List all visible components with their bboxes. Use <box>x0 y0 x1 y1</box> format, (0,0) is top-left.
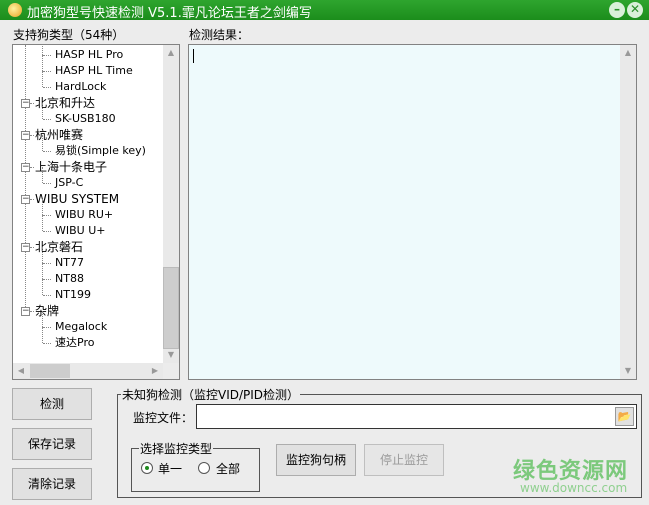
scroll-left-icon[interactable]: ◀ <box>13 363 29 379</box>
radio-all[interactable] <box>198 462 210 474</box>
unknown-dog-group-label: 未知狗检测（监控VID/PID检测） <box>121 386 301 403</box>
tree-item-label: NT88 <box>55 272 84 285</box>
monitor-type-label: 选择监控类型 <box>139 440 214 457</box>
tree-item-label: WIBU RU+ <box>55 208 114 221</box>
radio-single[interactable] <box>141 462 153 474</box>
tree-item-label: 杂牌 <box>35 304 60 318</box>
scroll-right-icon[interactable]: ▶ <box>147 363 163 379</box>
tree-item-label: Megalock <box>55 320 108 333</box>
tree-item[interactable]: Megalock <box>55 319 107 335</box>
collapse-icon[interactable]: − <box>21 243 30 252</box>
tree-item[interactable]: NT88 <box>55 271 84 287</box>
tree-item[interactable]: HASP HL Time <box>55 63 133 79</box>
app-icon <box>8 3 22 17</box>
tree-item-label: 速达Pro <box>55 336 95 349</box>
tree-item-label: WIBU SYSTEM <box>35 192 120 206</box>
stop-monitor-button[interactable]: 停止监控 <box>364 444 444 476</box>
vertical-scrollbar[interactable]: ▲ ▼ <box>163 45 179 363</box>
tree-item[interactable]: WIBU SYSTEM <box>35 191 119 207</box>
clear-log-button[interactable]: 清除记录 <box>12 468 92 500</box>
monitor-file-input[interactable]: 📂 <box>196 404 637 429</box>
monitor-file-label: 监控文件： <box>133 411 194 425</box>
save-log-button[interactable]: 保存记录 <box>12 428 92 460</box>
radio-all-label: 全部 <box>216 462 241 476</box>
monitor-handle-button[interactable]: 监控狗句柄 <box>276 444 356 476</box>
tree-item-label: NT199 <box>55 288 91 301</box>
scroll-down-icon[interactable]: ▼ <box>620 363 636 379</box>
tree-item-label: WIBU U+ <box>55 224 106 237</box>
tree-item-label: HardLock <box>55 80 107 93</box>
tree-item[interactable]: NT199 <box>55 287 91 303</box>
text-cursor <box>193 49 194 63</box>
radio-single-label: 单一 <box>158 462 183 476</box>
dog-type-tree[interactable]: HASP HL Pro HASP HL Time HardLock − 北京和升达 SK-… <box>12 44 180 380</box>
tree-item[interactable]: NT77 <box>55 255 84 271</box>
tree-item-label: HASP HL Pro <box>55 48 124 61</box>
tree-item[interactable]: 北京和升达 <box>35 95 95 111</box>
detect-button[interactable]: 检测 <box>12 388 92 420</box>
tree-item-label: NT77 <box>55 256 84 269</box>
result-heading: 检测结果： <box>189 28 250 42</box>
tree-item[interactable]: HASP HL Pro <box>55 47 123 63</box>
scroll-up-icon[interactable]: ▲ <box>620 45 636 61</box>
tree-item-label: HASP HL Time <box>55 64 133 77</box>
tree-item-label: 易锁(Simple key) <box>55 144 146 157</box>
scroll-up-icon[interactable]: ▲ <box>163 45 179 61</box>
tree-item[interactable]: JSP-C <box>55 175 83 191</box>
tree-item[interactable]: WIBU RU+ <box>55 207 113 223</box>
collapse-icon[interactable]: − <box>21 195 30 204</box>
horizontal-scrollbar[interactable]: ◀ ▶ <box>13 363 163 379</box>
tree-item-label: 北京和升达 <box>35 96 96 110</box>
watermark-url: www.downcc.com <box>520 481 628 495</box>
tree-item[interactable]: WIBU U+ <box>55 223 105 239</box>
dog-types-heading: 支持狗类型（54种） <box>13 28 125 42</box>
tree-item-label: 上海十条电子 <box>35 160 108 174</box>
tree-item[interactable]: 杂牌 <box>35 303 59 319</box>
minimize-button[interactable]: – <box>609 2 625 18</box>
scroll-down-icon[interactable]: ▼ <box>163 347 179 363</box>
scroll-thumb[interactable] <box>163 267 179 349</box>
tree-item[interactable]: 速达Pro <box>55 335 94 351</box>
result-textarea[interactable]: ▲ ▼ <box>188 44 637 380</box>
open-folder-icon[interactable]: 📂 <box>615 407 634 426</box>
collapse-icon[interactable]: − <box>21 163 30 172</box>
title-bar: 加密狗型号快速检测 V5.1.霏凡论坛王者之剑编写 – ✕ <box>0 0 649 21</box>
collapse-icon[interactable]: − <box>21 307 30 316</box>
h-scroll-thumb[interactable] <box>30 364 70 378</box>
tree-item-label: SK-USB180 <box>55 112 116 125</box>
close-button[interactable]: ✕ <box>627 2 643 18</box>
tree-item[interactable]: 易锁(Simple key) <box>55 143 146 159</box>
tree-item[interactable]: SK-USB180 <box>55 111 116 127</box>
tree-item[interactable]: HardLock <box>55 79 106 95</box>
collapse-icon[interactable]: − <box>21 131 30 140</box>
result-scrollbar[interactable]: ▲ ▼ <box>620 45 636 379</box>
window-title: 加密狗型号快速检测 V5.1.霏凡论坛王者之剑编写 <box>27 6 312 21</box>
tree-item-label: JSP-C <box>55 176 84 189</box>
collapse-icon[interactable]: − <box>21 99 30 108</box>
tree-item[interactable]: 上海十条电子 <box>35 159 107 175</box>
